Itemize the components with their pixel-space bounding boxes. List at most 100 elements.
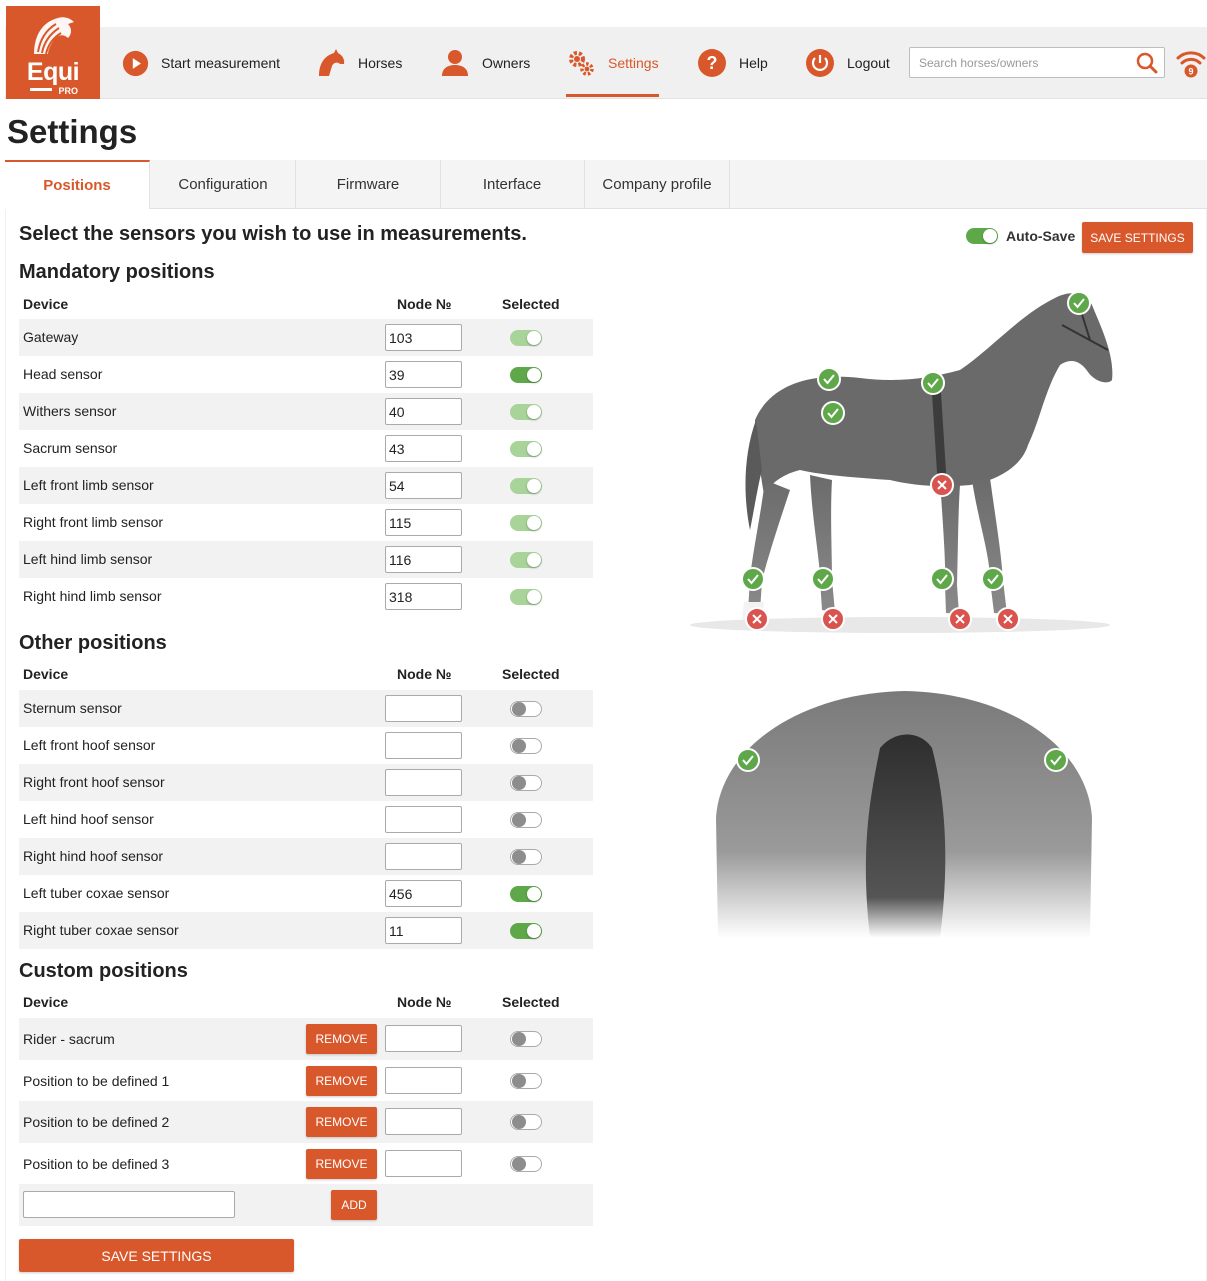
sensor-selected-toggle[interactable]	[510, 404, 542, 420]
remove-position-button[interactable]: REMOVE	[306, 1024, 377, 1054]
node-number-input[interactable]	[385, 769, 462, 796]
search-icon[interactable]	[1136, 52, 1158, 74]
left-front-limb-marker[interactable]	[930, 567, 954, 591]
nav-settings-label: Settings	[608, 55, 659, 71]
node-number-input[interactable]	[385, 361, 462, 388]
node-number-input[interactable]	[385, 546, 462, 573]
equi-pro-logo[interactable]: Equi PRO	[6, 6, 100, 99]
remove-position-button[interactable]: REMOVE	[306, 1148, 377, 1179]
other-position-row: Left hind hoof sensor	[19, 801, 593, 838]
node-number-input[interactable]	[385, 880, 462, 907]
search-box	[909, 47, 1165, 78]
intro-text: Select the sensors you wish to use in me…	[19, 223, 527, 245]
right-front-limb-marker[interactable]	[981, 567, 1005, 591]
node-number-input[interactable]	[385, 583, 462, 610]
node-column-header: Node №	[397, 994, 452, 1010]
right-hind-hoof-marker[interactable]	[821, 607, 845, 631]
left-hind-limb-marker[interactable]	[741, 567, 765, 591]
device-name: Position to be defined 1	[23, 1072, 170, 1089]
node-number-input[interactable]	[385, 435, 462, 462]
nav-start-measurement[interactable]: Start measurement	[122, 27, 280, 99]
add-position-button[interactable]: ADD	[331, 1190, 377, 1220]
tab-interface[interactable]: Interface	[440, 160, 585, 208]
sensor-selected-toggle[interactable]	[510, 367, 542, 383]
sensor-selected-toggle[interactable]	[510, 1155, 542, 1172]
sensor-selected-toggle[interactable]	[510, 886, 542, 902]
node-number-input[interactable]	[385, 1108, 462, 1135]
other-position-row: Left tuber coxae sensor	[19, 875, 593, 912]
nav-horses[interactable]: Horses	[316, 27, 402, 99]
logo-sub-text: PRO	[58, 86, 78, 96]
selected-column-header: Selected	[502, 666, 560, 682]
sensor-selected-toggle[interactable]	[510, 849, 542, 865]
withers-sensor-marker[interactable]	[921, 371, 945, 395]
horse-head-icon	[319, 49, 345, 76]
sensor-selected-toggle[interactable]	[510, 589, 542, 605]
remove-position-button[interactable]: REMOVE	[306, 1107, 377, 1137]
mandatory-positions-title: Mandatory positions	[19, 261, 215, 283]
sensor-selected-toggle[interactable]	[510, 738, 542, 754]
sensor-selected-toggle[interactable]	[510, 775, 542, 791]
nav-settings[interactable]: Settings	[566, 27, 659, 99]
sensor-selected-toggle[interactable]	[510, 1072, 542, 1089]
node-number-input[interactable]	[385, 1025, 462, 1052]
sternum-sensor-marker[interactable]	[930, 473, 954, 497]
auto-save-toggle[interactable]	[966, 228, 998, 244]
wifi-signal-icon[interactable]: 9	[1176, 47, 1206, 79]
settings-tabs: Positions Configuration Firmware Interfa…	[5, 160, 1207, 209]
device-name: Right tuber coxae sensor	[23, 922, 179, 938]
sensor-selected-toggle[interactable]	[510, 701, 542, 717]
sensor-selected-toggle[interactable]	[510, 515, 542, 531]
node-number-input[interactable]	[385, 1066, 462, 1094]
tab-company-profile[interactable]: Company profile	[585, 160, 730, 208]
nav-help-label: Help	[739, 55, 768, 71]
node-number-input[interactable]	[385, 509, 462, 536]
sensor-selected-toggle[interactable]	[510, 330, 542, 346]
node-number-input[interactable]	[385, 695, 462, 722]
node-number-input[interactable]	[385, 398, 462, 425]
sensor-selected-toggle[interactable]	[510, 1031, 542, 1047]
node-number-input[interactable]	[385, 1149, 462, 1177]
right-front-hoof-marker[interactable]	[996, 607, 1020, 631]
mandatory-position-row: Gateway	[19, 319, 593, 356]
sensor-selected-toggle[interactable]	[510, 1114, 542, 1130]
logo-text: Equi	[26, 58, 80, 86]
node-number-input[interactable]	[385, 843, 462, 870]
nav-owners-label: Owners	[482, 55, 531, 71]
device-name: Left hind hoof sensor	[23, 811, 154, 827]
horse-side-diagram	[690, 291, 1113, 633]
save-settings-button-bottom[interactable]: SAVE SETTINGS	[19, 1239, 294, 1272]
sensor-selected-toggle[interactable]	[510, 441, 542, 457]
remove-position-button[interactable]: REMOVE	[306, 1065, 377, 1096]
device-column-header: Device	[23, 666, 69, 682]
rider-sacrum-marker[interactable]	[821, 401, 845, 425]
sensor-selected-toggle[interactable]	[510, 812, 542, 828]
selected-column-header: Selected	[502, 296, 560, 312]
left-hind-hoof-marker[interactable]	[745, 607, 769, 631]
node-number-input[interactable]	[385, 324, 462, 351]
save-settings-button-top[interactable]: SAVE SETTINGS	[1082, 222, 1193, 253]
head-sensor-marker[interactable]	[1067, 291, 1091, 315]
nav-owners[interactable]: Owners	[440, 27, 530, 99]
left-tuber-coxae-marker[interactable]	[736, 748, 760, 772]
search-input[interactable]	[910, 48, 1125, 77]
left-front-hoof-marker[interactable]	[948, 607, 972, 631]
nav-help[interactable]: ? Help	[697, 27, 768, 99]
right-hind-limb-marker[interactable]	[811, 567, 835, 591]
sacrum-sensor-marker[interactable]	[817, 367, 841, 391]
node-number-input[interactable]	[385, 806, 462, 833]
nav-logout[interactable]: Logout	[805, 27, 890, 99]
tab-firmware[interactable]: Firmware	[296, 160, 441, 208]
new-position-input[interactable]	[23, 1191, 235, 1218]
tab-configuration[interactable]: Configuration	[151, 160, 296, 208]
sensor-selected-toggle[interactable]	[510, 552, 542, 568]
tab-positions[interactable]: Positions	[5, 160, 150, 209]
node-number-input[interactable]	[385, 917, 462, 944]
svg-text:?: ?	[707, 53, 718, 73]
sensor-selected-toggle[interactable]	[510, 478, 542, 494]
right-tuber-coxae-marker[interactable]	[1044, 748, 1068, 772]
other-positions-title: Other positions	[19, 632, 167, 654]
node-number-input[interactable]	[385, 472, 462, 499]
node-number-input[interactable]	[385, 732, 462, 759]
sensor-selected-toggle[interactable]	[510, 923, 542, 939]
